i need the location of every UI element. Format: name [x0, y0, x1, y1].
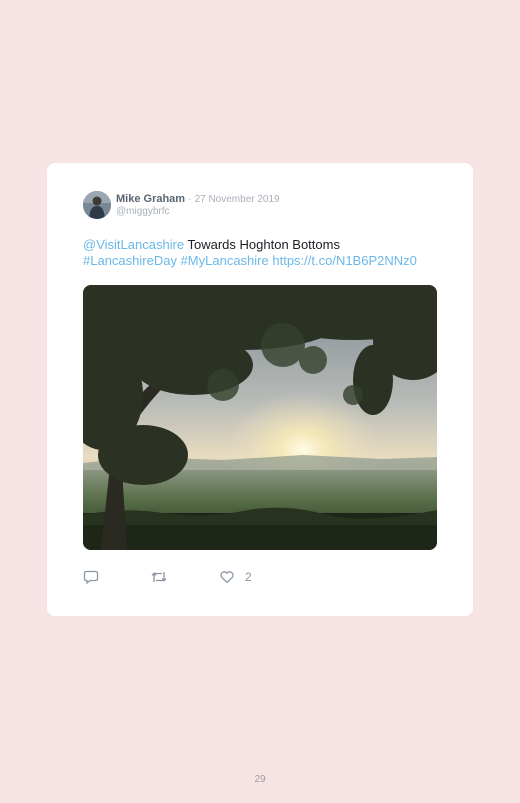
separator: ·: [188, 194, 192, 205]
mention-link[interactable]: @VisitLancashire: [83, 237, 184, 252]
author-name[interactable]: Mike Graham: [116, 193, 185, 205]
tweet-text: @VisitLancashire Towards Hoghton Bottoms…: [83, 237, 443, 269]
url-link[interactable]: https://t.co/N1B6P2NNz0: [272, 253, 417, 268]
reply-button[interactable]: [83, 569, 99, 585]
tweet-card: Mike Graham · 27 November 2019 @miggybrf…: [47, 163, 473, 616]
reply-icon: [83, 569, 99, 585]
tweet-date[interactable]: 27 November 2019: [195, 194, 280, 205]
tweet-photo[interactable]: [83, 285, 437, 550]
tweet-body-text: Towards Hoghton Bottoms: [184, 237, 340, 252]
retweet-button[interactable]: [150, 569, 168, 585]
avatar[interactable]: [83, 191, 111, 219]
like-count: 2: [245, 570, 252, 584]
retweet-icon: [150, 569, 168, 585]
author-handle[interactable]: @miggybrfc: [116, 206, 170, 217]
hashtag-link-lancashireday[interactable]: #LancashireDay: [83, 253, 177, 268]
hashtag-link-mylancashire[interactable]: #MyLancashire: [181, 253, 269, 268]
heart-icon: [219, 569, 235, 585]
tweet-author-line: Mike Graham · 27 November 2019: [116, 193, 280, 206]
page-number: 29: [254, 774, 266, 785]
tweet-actions: 2: [83, 569, 443, 589]
like-button[interactable]: 2: [219, 569, 252, 585]
